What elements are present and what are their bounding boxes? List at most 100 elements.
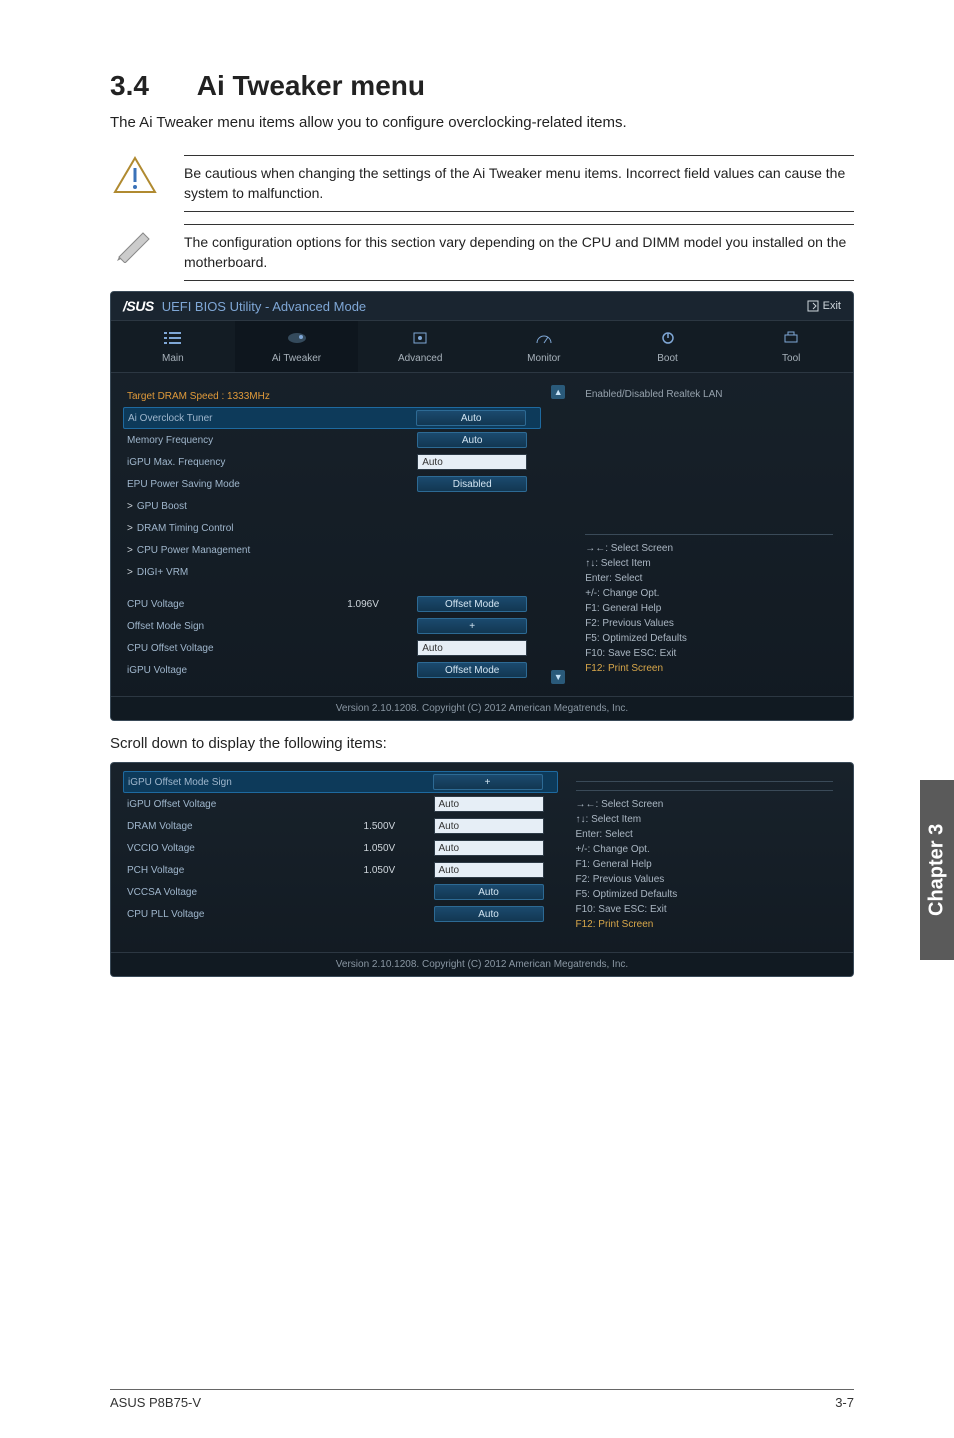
- scroll-up-icon[interactable]: ▲: [551, 385, 565, 399]
- help-key-line: ↑↓: Select Item: [576, 812, 833, 827]
- setting-row: [123, 583, 541, 593]
- voltage-reading: 1.500V: [364, 821, 434, 832]
- power-icon: [610, 331, 726, 349]
- help-key-line: F12: Print Screen: [585, 661, 833, 676]
- dropdown-field[interactable]: +: [417, 618, 527, 634]
- setting-label: CPU Offset Voltage: [127, 643, 417, 654]
- chapter-side-tab: Chapter 3: [920, 780, 954, 960]
- intro-paragraph: The Ai Tweaker menu items allow you to c…: [110, 114, 854, 131]
- text-input[interactable]: Auto: [434, 818, 544, 834]
- bios-footer: Version 2.10.1208. Copyright (C) 2012 Am…: [111, 952, 853, 976]
- list-icon: [115, 331, 231, 349]
- help-key-line: ↑↓: Select Item: [585, 556, 833, 571]
- help-key-line: Enter: Select: [576, 827, 833, 842]
- setting-row[interactable]: >GPU Boost: [123, 495, 541, 517]
- setting-label: Memory Frequency: [127, 435, 417, 446]
- setting-row[interactable]: VCCIO Voltage1.050VAuto: [123, 837, 558, 859]
- tab-main[interactable]: Main: [111, 321, 235, 372]
- setting-row[interactable]: DRAM Voltage1.500VAuto: [123, 815, 558, 837]
- setting-label: Offset Mode Sign: [127, 621, 417, 632]
- text-input[interactable]: Auto: [417, 454, 527, 470]
- text-input[interactable]: Auto: [434, 862, 544, 878]
- setting-row[interactable]: CPU Offset VoltageAuto: [123, 637, 541, 659]
- help-key-line: F1: General Help: [576, 857, 833, 872]
- help-key-line: F10: Save ESC: Exit: [585, 646, 833, 661]
- setting-label: iGPU Max. Frequency: [127, 457, 417, 468]
- setting-row[interactable]: >DIGI+ VRM: [123, 561, 541, 583]
- help-key-line: +/-: Change Opt.: [585, 586, 833, 601]
- dropdown-field[interactable]: Auto: [417, 432, 527, 448]
- tab-tool[interactable]: Tool: [729, 321, 853, 372]
- bios-titlebar: /SUS UEFI BIOS Utility - Advanced Mode E…: [111, 292, 853, 321]
- help-key-line: F5: Optimized Defaults: [585, 631, 833, 646]
- dropdown-field[interactable]: Disabled: [417, 476, 527, 492]
- dropdown-field[interactable]: Offset Mode: [417, 662, 527, 678]
- setting-label: VCCIO Voltage: [127, 843, 364, 854]
- voltage-reading: 1.050V: [364, 843, 434, 854]
- setting-row[interactable]: iGPU Offset VoltageAuto: [123, 793, 558, 815]
- tab-label: Boot: [610, 353, 726, 364]
- setting-row[interactable]: Offset Mode Sign+: [123, 615, 541, 637]
- voltage-reading: 1.096V: [347, 599, 417, 610]
- setting-label: EPU Power Saving Mode: [127, 479, 417, 490]
- help-text: Enabled/Disabled Realtek LAN: [585, 389, 833, 400]
- dropdown-field[interactable]: Auto: [434, 884, 544, 900]
- dropdown-field[interactable]: Auto: [416, 410, 526, 426]
- dropdown-field[interactable]: Offset Mode: [417, 596, 527, 612]
- help-key-line: F2: Previous Values: [576, 872, 833, 887]
- setting-label: DRAM Voltage: [127, 821, 364, 832]
- setting-label: >CPU Power Management: [127, 545, 417, 556]
- tab-label: Ai Tweaker: [239, 353, 355, 364]
- exit-label: Exit: [823, 300, 841, 312]
- setting-row[interactable]: iGPU VoltageOffset Mode: [123, 659, 541, 681]
- setting-row[interactable]: CPU Voltage1.096VOffset Mode: [123, 593, 541, 615]
- tab-label: Tool: [733, 353, 849, 364]
- help-key-line: F5: Optimized Defaults: [576, 887, 833, 902]
- caution-icon: [110, 155, 160, 195]
- footer-rule: [110, 1389, 854, 1390]
- caution-text: Be cautious when changing the settings o…: [184, 155, 854, 212]
- setting-row[interactable]: iGPU Offset Mode Sign+: [123, 771, 558, 793]
- asus-logo: /SUS: [123, 298, 154, 314]
- setting-label: Ai Overclock Tuner: [128, 413, 416, 424]
- bios-window-main: /SUS UEFI BIOS Utility - Advanced Mode E…: [110, 291, 854, 721]
- setting-label: iGPU Offset Voltage: [127, 799, 434, 810]
- bios-footer: Version 2.10.1208. Copyright (C) 2012 Am…: [111, 696, 853, 720]
- setting-row[interactable]: Ai Overclock TunerAuto: [123, 407, 541, 429]
- dropdown-field[interactable]: Auto: [434, 906, 544, 922]
- setting-row[interactable]: EPU Power Saving ModeDisabled: [123, 473, 541, 495]
- exit-button[interactable]: Exit: [807, 300, 841, 312]
- setting-row[interactable]: iGPU Max. FrequencyAuto: [123, 451, 541, 473]
- setting-row[interactable]: VCCSA VoltageAuto: [123, 881, 558, 903]
- footer-product: ASUS P8B75-V: [110, 1395, 201, 1410]
- bios-tabs: Main Ai Tweaker Advanced Monitor Boot To…: [111, 321, 853, 373]
- setting-row[interactable]: >CPU Power Management: [123, 539, 541, 561]
- tool-icon: [733, 331, 849, 349]
- help-key-line: F1: General Help: [585, 601, 833, 616]
- tab-monitor[interactable]: Monitor: [482, 321, 606, 372]
- dropdown-field[interactable]: +: [433, 774, 543, 790]
- bios-window-title: UEFI BIOS Utility - Advanced Mode: [162, 299, 366, 314]
- bios-window-continued: iGPU Offset Mode Sign+iGPU Offset Voltag…: [110, 762, 854, 977]
- chevron-right-icon: >: [127, 523, 133, 534]
- footer-page: 3-7: [835, 1395, 854, 1410]
- text-input[interactable]: Auto: [434, 840, 544, 856]
- info-note: The configuration options for this secti…: [110, 224, 854, 281]
- voltage-reading: 1.050V: [364, 865, 434, 876]
- setting-label: CPU PLL Voltage: [127, 909, 434, 920]
- tab-label: Main: [115, 353, 231, 364]
- chevron-right-icon: >: [127, 567, 133, 578]
- setting-row[interactable]: >DRAM Timing Control: [123, 517, 541, 539]
- text-input[interactable]: Auto: [434, 796, 544, 812]
- setting-row[interactable]: CPU PLL VoltageAuto: [123, 903, 558, 925]
- setting-label: VCCSA Voltage: [127, 887, 434, 898]
- tab-boot[interactable]: Boot: [606, 321, 730, 372]
- tab-ai-tweaker[interactable]: Ai Tweaker: [235, 321, 359, 372]
- setting-row[interactable]: Memory FrequencyAuto: [123, 429, 541, 451]
- text-input[interactable]: Auto: [417, 640, 527, 656]
- section-title-text: Ai Tweaker menu: [197, 70, 425, 101]
- setting-row[interactable]: PCH Voltage1.050VAuto: [123, 859, 558, 881]
- tab-advanced[interactable]: Advanced: [358, 321, 482, 372]
- scroll-down-icon[interactable]: ▼: [551, 670, 565, 684]
- chip-icon: [362, 331, 478, 349]
